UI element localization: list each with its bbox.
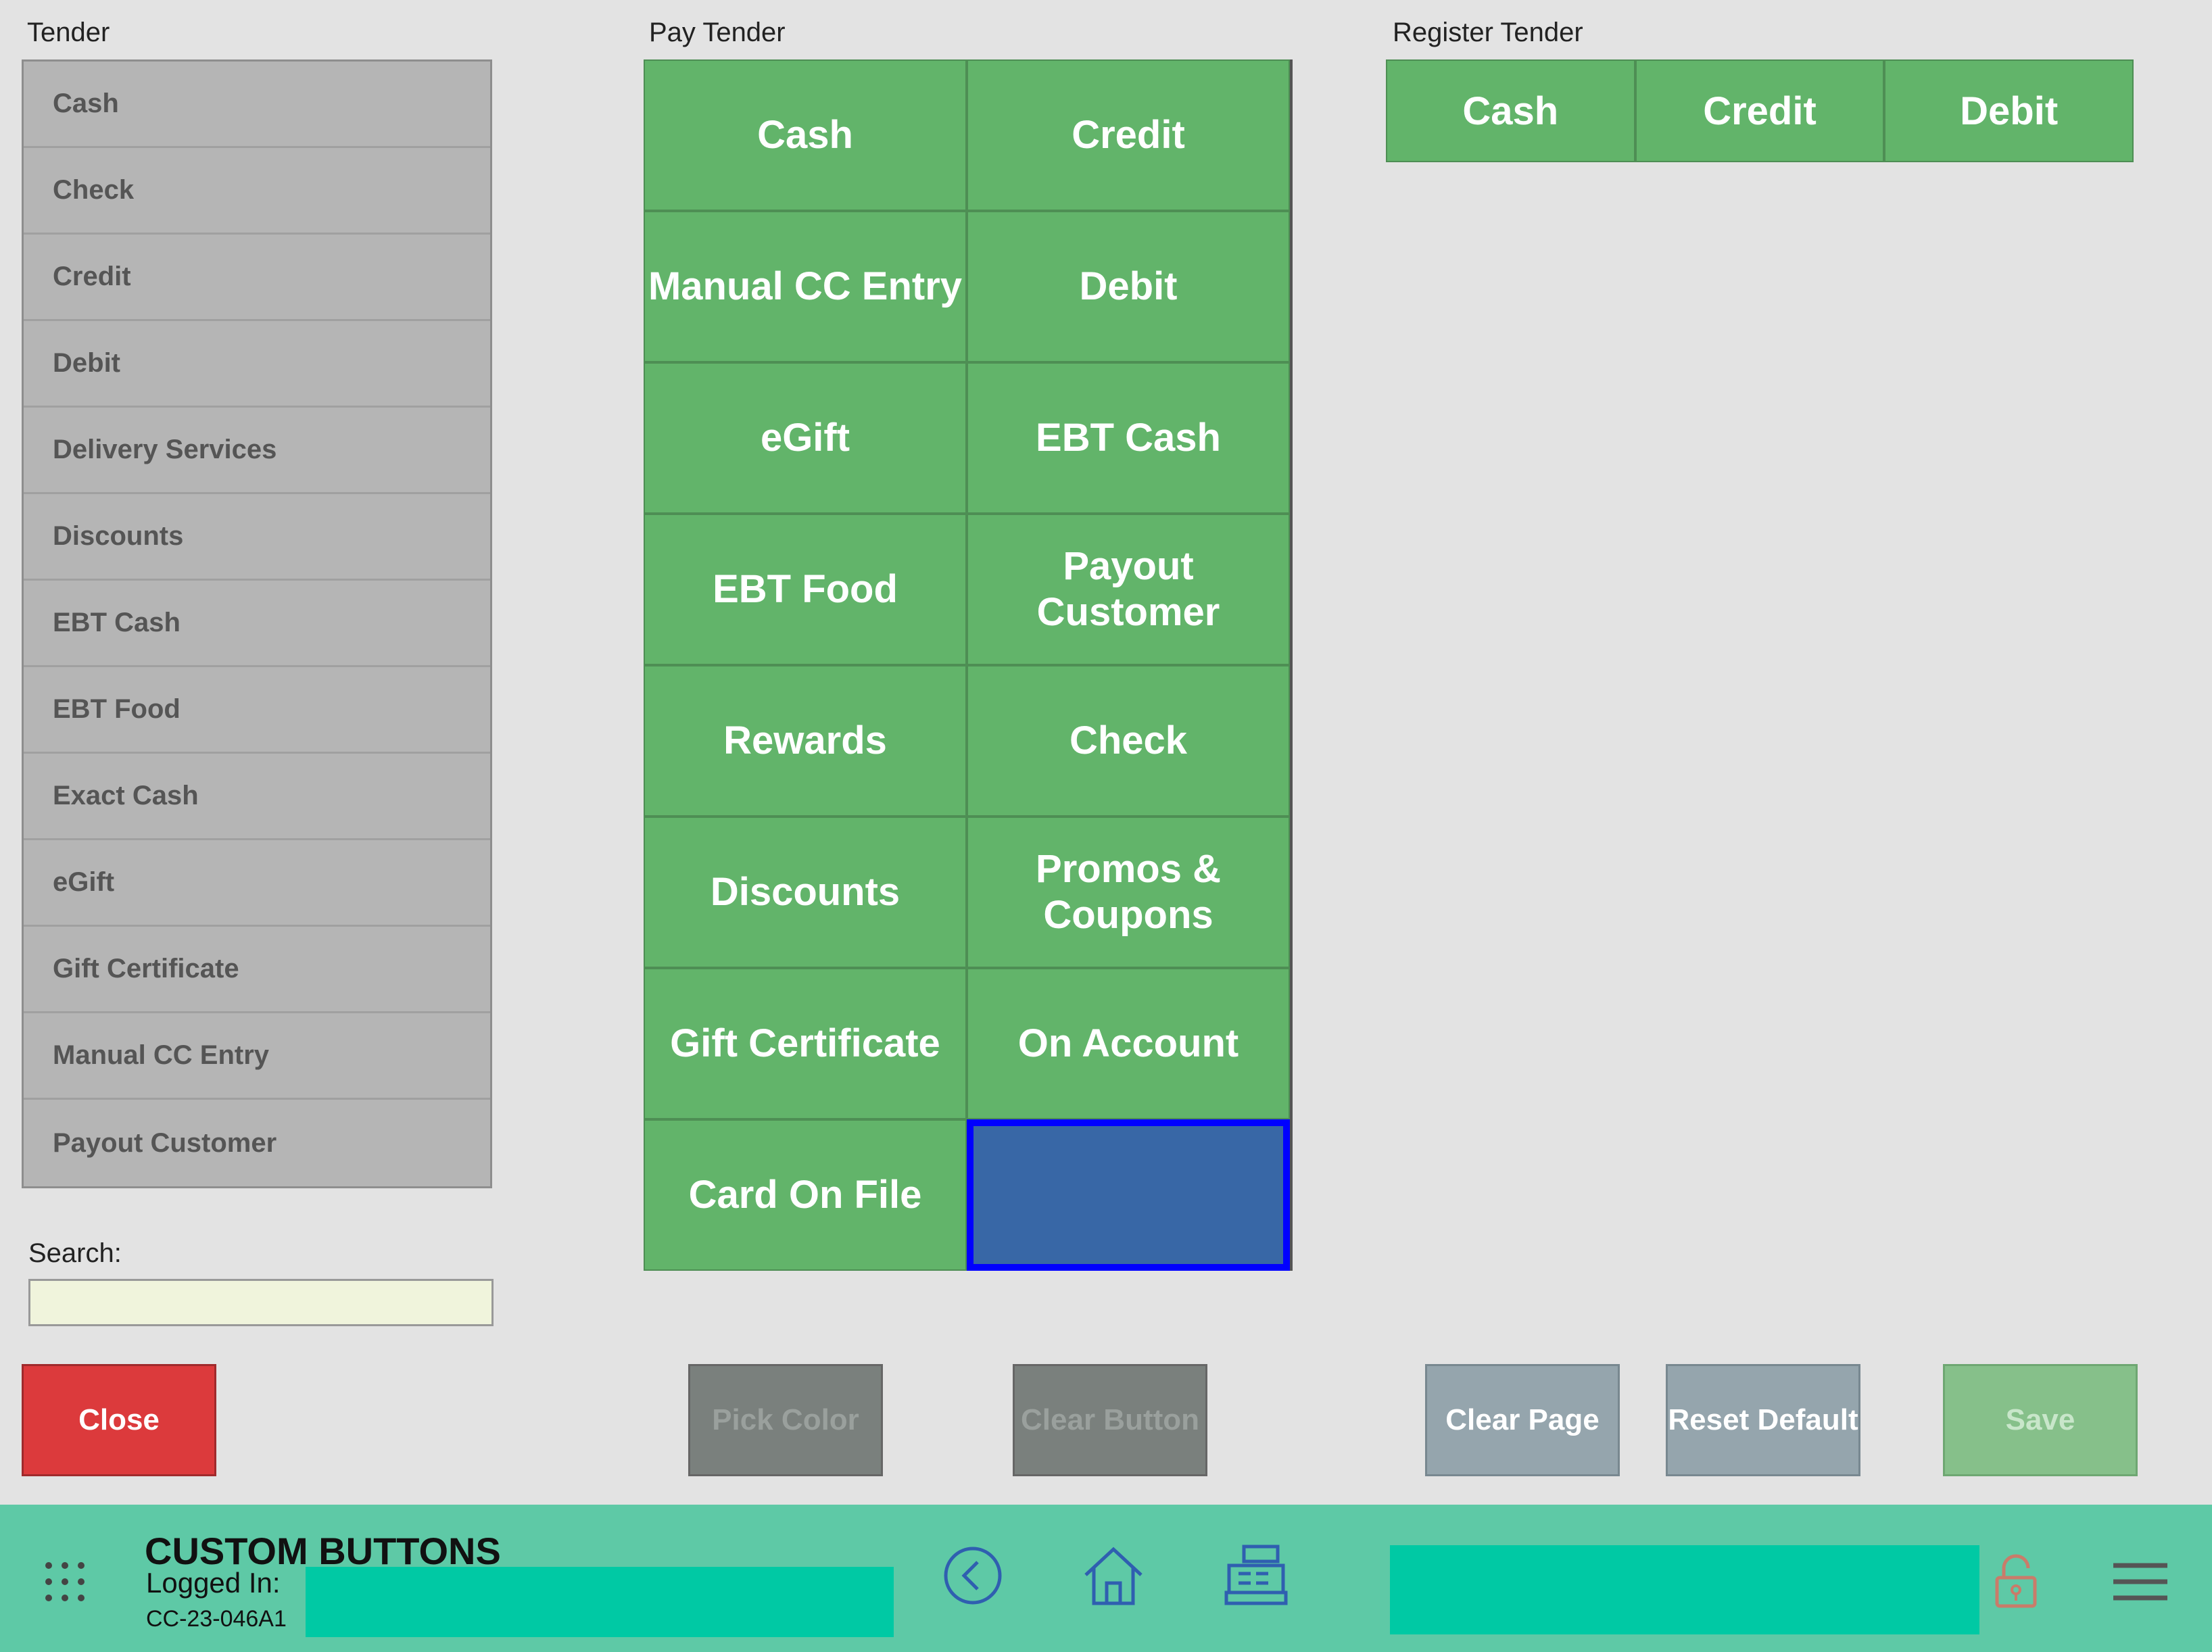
- apps-grid-icon[interactable]: [43, 1560, 87, 1607]
- reset-default-button[interactable]: Reset Default: [1666, 1364, 1860, 1476]
- pay-button-check[interactable]: Check: [967, 665, 1290, 817]
- tender-item-credit[interactable]: Credit: [24, 235, 490, 321]
- tender-item-discounts[interactable]: Discounts: [24, 494, 490, 581]
- pay-button-ebt-food[interactable]: EBT Food: [644, 514, 967, 665]
- pay-button-credit[interactable]: Credit: [967, 59, 1290, 211]
- footer-bar: CUSTOM BUTTONS Logged In: CC-23-046A1: [0, 1505, 2212, 1652]
- search-label: Search:: [28, 1238, 122, 1268]
- pay-button-on-account[interactable]: On Account: [967, 968, 1290, 1119]
- pick-color-button[interactable]: Pick Color: [688, 1364, 883, 1476]
- back-icon[interactable]: [942, 1545, 1003, 1609]
- clear-page-button[interactable]: Clear Page: [1425, 1364, 1620, 1476]
- tender-list[interactable]: Cash Check Credit Debit Delivery Service…: [22, 59, 492, 1188]
- home-icon[interactable]: [1082, 1545, 1145, 1609]
- cash-register-icon[interactable]: [1224, 1542, 1289, 1611]
- tender-item-egift[interactable]: eGift: [24, 840, 490, 927]
- close-button[interactable]: Close: [22, 1364, 216, 1476]
- save-button[interactable]: Save: [1943, 1364, 2138, 1476]
- pay-button-discounts[interactable]: Discounts: [644, 817, 967, 968]
- logged-in-label: Logged In:: [146, 1567, 281, 1599]
- pay-button-payout-customer[interactable]: Payout Customer: [967, 514, 1290, 665]
- register-tender-row: Cash Credit Debit: [1386, 59, 2134, 162]
- tender-title: Tender: [27, 18, 110, 47]
- tender-item-gift-certificate[interactable]: Gift Certificate: [24, 927, 490, 1013]
- pay-tender-grid: Cash Credit Manual CC Entry Debit eGift …: [644, 59, 1293, 1271]
- pay-tender-title: Pay Tender: [649, 18, 786, 47]
- pay-button-gift-certificate[interactable]: Gift Certificate: [644, 968, 967, 1119]
- register-button-debit[interactable]: Debit: [1884, 59, 2134, 162]
- pay-button-promos-coupons[interactable]: Promos & Coupons: [967, 817, 1290, 968]
- clear-button-button[interactable]: Clear Button: [1013, 1364, 1207, 1476]
- logged-in-user-field: [306, 1567, 894, 1637]
- tender-item-exact-cash[interactable]: Exact Cash: [24, 754, 490, 840]
- tender-item-ebt-cash[interactable]: EBT Cash: [24, 581, 490, 667]
- tender-item-delivery-services[interactable]: Delivery Services: [24, 408, 490, 494]
- lock-icon[interactable]: [1994, 1552, 2038, 1612]
- pay-button-debit[interactable]: Debit: [967, 211, 1290, 362]
- pay-button-manual-cc-entry[interactable]: Manual CC Entry: [644, 211, 967, 362]
- device-id: CC-23-046A1: [146, 1606, 287, 1632]
- menu-icon[interactable]: [2113, 1561, 2167, 1605]
- register-tender-title: Register Tender: [1393, 18, 1583, 47]
- pay-button-ebt-cash[interactable]: EBT Cash: [967, 362, 1290, 514]
- tender-item-payout-customer[interactable]: Payout Customer: [24, 1100, 490, 1186]
- register-button-cash[interactable]: Cash: [1386, 59, 1635, 162]
- search-input[interactable]: [28, 1279, 494, 1326]
- pay-button-egift[interactable]: eGift: [644, 362, 967, 514]
- pay-button-cash[interactable]: Cash: [644, 59, 967, 211]
- pay-button-card-on-file[interactable]: Card On File: [644, 1119, 967, 1271]
- tender-item-check[interactable]: Check: [24, 148, 490, 235]
- tender-item-manual-cc-entry[interactable]: Manual CC Entry: [24, 1013, 490, 1100]
- status-field: [1390, 1545, 1979, 1634]
- tender-item-ebt-food[interactable]: EBT Food: [24, 667, 490, 754]
- pay-button-empty-selected[interactable]: [967, 1119, 1290, 1271]
- register-button-credit[interactable]: Credit: [1635, 59, 1885, 162]
- tender-item-debit[interactable]: Debit: [24, 321, 490, 408]
- pay-button-rewards[interactable]: Rewards: [644, 665, 967, 817]
- tender-item-cash[interactable]: Cash: [24, 62, 490, 148]
